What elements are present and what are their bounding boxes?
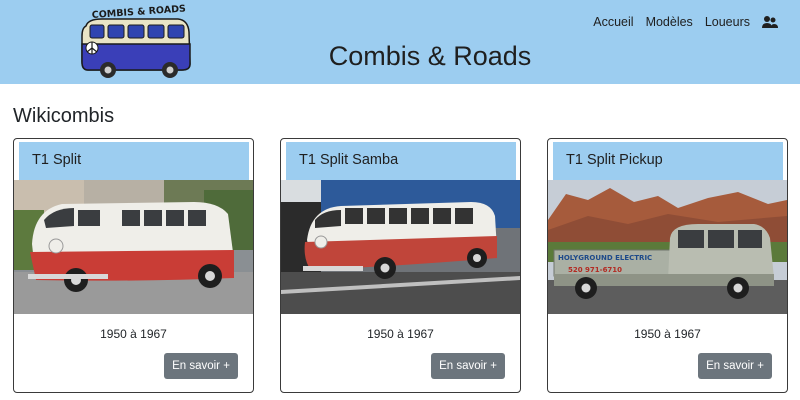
site-title: Combis & Roads <box>328 41 532 71</box>
site-header: COMBIS & ROADS Combis & Roads Accueil Mo… <box>0 0 800 84</box>
pickup-sign-text: HOLYGROUND ELECTRIC <box>558 254 652 262</box>
model-card-t1-split-pickup: T1 Split Pickup HOLYGROUND ELECTRIC 520 … <box>547 138 788 393</box>
card-title: T1 Split Samba <box>299 152 399 168</box>
card-header: T1 Split Samba <box>286 142 516 180</box>
card-header: T1 Split <box>19 142 249 180</box>
page-heading: Wikicombis <box>13 105 115 127</box>
main-nav: Accueil Modèles Loueurs <box>581 14 778 30</box>
learn-more-button[interactable]: En savoir + <box>164 353 238 379</box>
card-header: T1 Split Pickup <box>553 142 783 180</box>
grey-pickup-mountains-photo: HOLYGROUND ELECTRIC 520 971-6710 <box>548 180 787 314</box>
card-years: 1950 à 1967 <box>100 327 167 341</box>
nav-modeles[interactable]: Modèles <box>646 14 693 30</box>
learn-more-button[interactable]: En savoir + <box>431 353 505 379</box>
red-white-samba-bus-photo <box>281 180 520 314</box>
model-card-t1-split: T1 Split 1950 à 1967 En savoir + <box>13 138 254 393</box>
card-title: T1 Split <box>32 152 82 168</box>
pickup-phone-text: 520 971-6710 <box>568 266 622 274</box>
users-icon[interactable] <box>762 15 778 29</box>
card-title: T1 Split Pickup <box>566 152 663 168</box>
nav-loueurs[interactable]: Loueurs <box>705 14 750 30</box>
nav-accueil[interactable]: Accueil <box>593 14 633 30</box>
card-years: 1950 à 1967 <box>367 327 434 341</box>
red-white-vw-bus-photo <box>14 180 253 314</box>
learn-more-button[interactable]: En savoir + <box>698 353 772 379</box>
card-years: 1950 à 1967 <box>634 327 701 341</box>
model-card-t1-split-samba: T1 Split Samba 1950 à 1967 En savoir + <box>280 138 521 393</box>
